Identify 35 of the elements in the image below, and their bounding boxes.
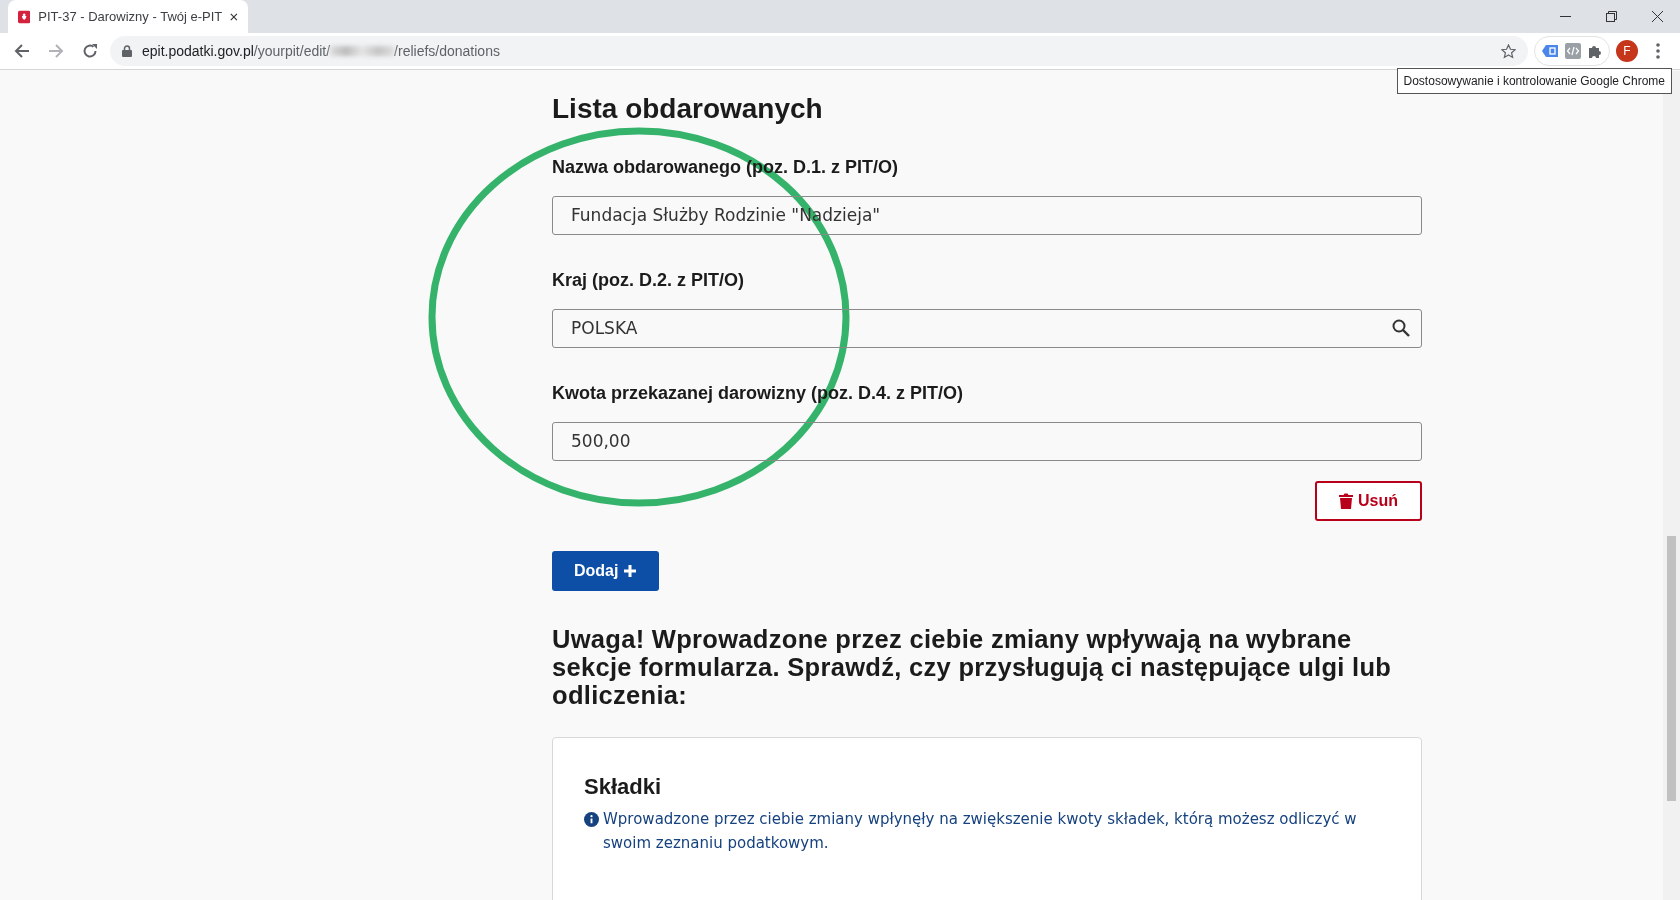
search-icon[interactable] xyxy=(1392,318,1410,337)
add-button[interactable]: Dodaj xyxy=(552,550,660,591)
scrollbar-thumb[interactable] xyxy=(1667,536,1676,801)
section-heading: Lista obdarowanych xyxy=(552,92,824,126)
code-icon[interactable] xyxy=(1565,43,1581,59)
back-icon[interactable] xyxy=(14,43,30,59)
info-icon xyxy=(584,811,599,827)
url-text: epit.podatki.gov.pl/yourpit/edit/ /reliefs/donations xyxy=(142,41,500,61)
card-title: Składki xyxy=(584,772,663,801)
puzzle-icon[interactable] xyxy=(1587,43,1603,59)
scrollbar[interactable] xyxy=(1663,71,1680,900)
info-text: Wprowadzone przez ciebie zmiany wpłynęły na zwiększenie kwoty składek, którą możesz odliczyć w swoim zeznaniu podatkowym. xyxy=(603,808,1358,854)
plus-icon xyxy=(623,563,638,578)
close-icon[interactable] xyxy=(1651,11,1663,22)
reload-icon[interactable] xyxy=(82,43,98,59)
extension-icon[interactable] xyxy=(1541,44,1559,58)
profile-avatar[interactable]: F xyxy=(1616,40,1638,62)
close-icon[interactable] xyxy=(230,11,238,22)
blurred-text xyxy=(330,45,395,56)
browser-tab[interactable]: PIT-37 - Darowizny - Twój e-PIT xyxy=(8,0,248,33)
menu-icon[interactable] xyxy=(1656,43,1660,59)
minimize-icon[interactable] xyxy=(1559,15,1571,18)
trash-icon xyxy=(1339,492,1353,509)
warning-text: Uwaga! Wprowadzone przez ciebie zmiany wpływają na wybrane sekcje formularza. Sprawdź, czy przysługują ci następujące ulgi lub odliczenia: xyxy=(552,624,1393,709)
search-field[interactable]: POLSKA xyxy=(552,308,1422,348)
tab-title: PIT-37 - Darowizny - Twój e-PIT xyxy=(38,7,223,26)
tooltip: Dostosowywanie i kontrolowanie Google Chrome xyxy=(1396,68,1672,94)
address-bar[interactable]: epit.podatki.gov.pl/yourpit/edit/ /reliefs/donations xyxy=(110,36,1528,66)
emblem-icon xyxy=(18,8,31,25)
star-icon[interactable] xyxy=(1501,43,1516,59)
restore-icon[interactable] xyxy=(1605,11,1617,22)
delete-button[interactable]: Usuń xyxy=(1315,480,1422,521)
input-field[interactable]: 500,00 xyxy=(552,421,1422,461)
lock-icon xyxy=(122,45,132,57)
field-label: Kraj (poz. D.2. z PIT/O) xyxy=(552,268,745,292)
